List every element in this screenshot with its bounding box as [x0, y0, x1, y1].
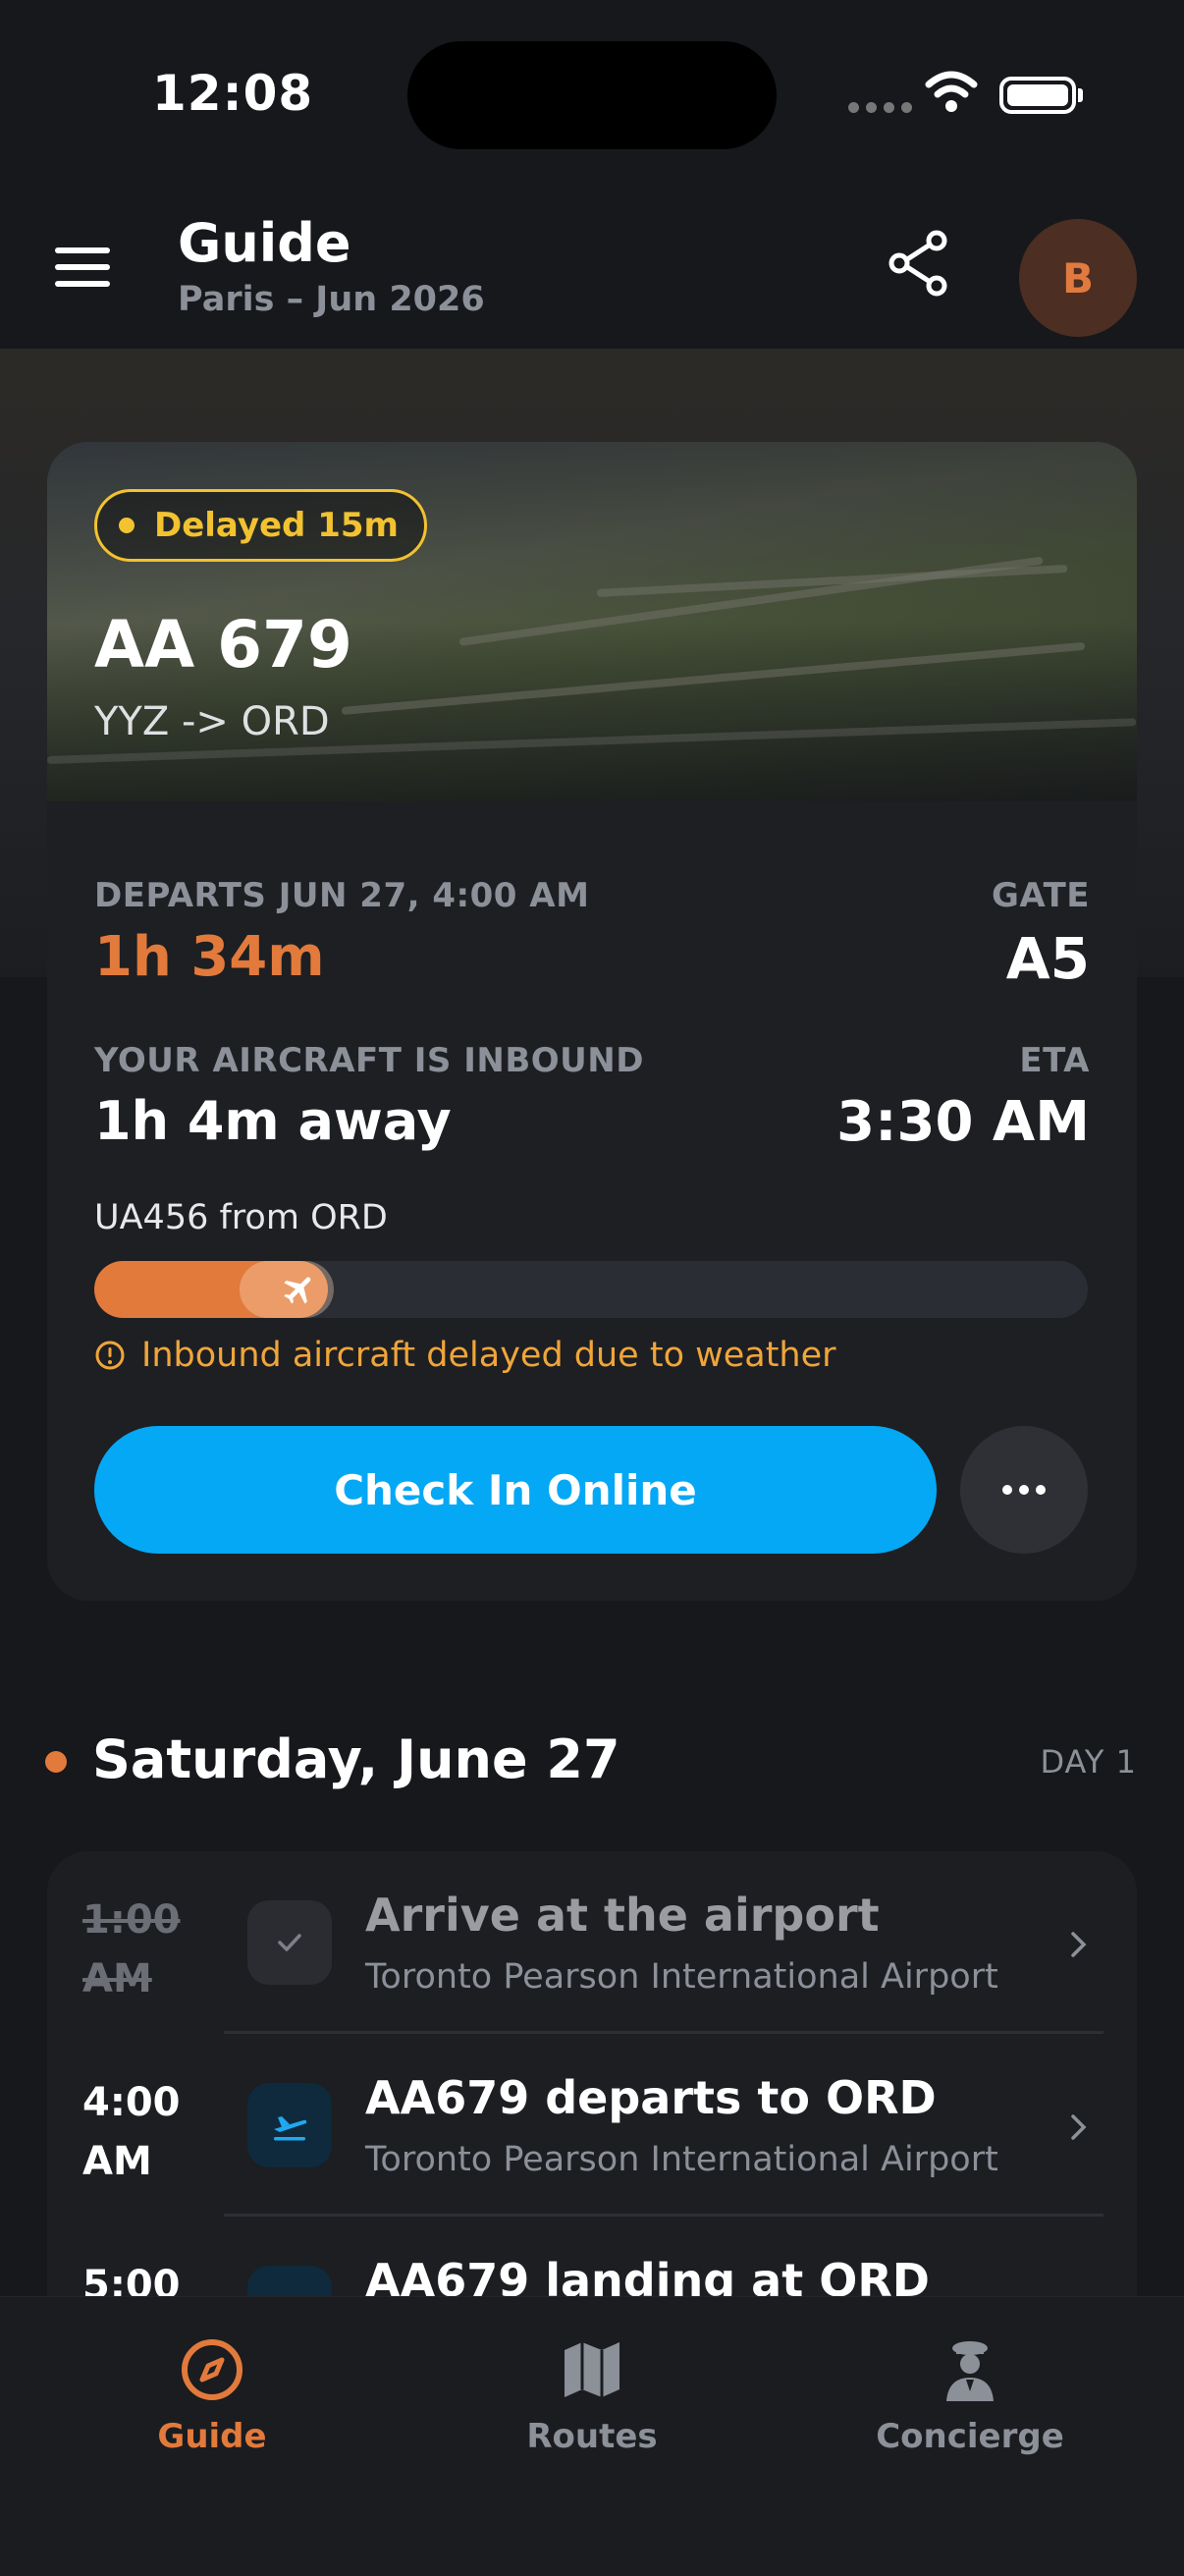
share-icon[interactable] — [884, 228, 954, 299]
signal-icon — [848, 102, 912, 113]
timeline-item[interactable]: 5:00 AA679 landing at ORD — [47, 2217, 1137, 2303]
itinerary-list: 1:00 AM Arrive at the airport Toronto Pea… — [47, 1851, 1137, 2303]
bottom-nav: Guide Routes Concierge — [0, 2296, 1184, 2576]
chevron-right-icon — [1071, 1932, 1087, 1957]
inbound-label: YOUR AIRCRAFT IS INBOUND — [94, 1041, 644, 1080]
dynamic-island — [407, 41, 777, 149]
compass-icon — [182, 2339, 242, 2400]
page-subtitle: Paris – Jun 2026 — [178, 280, 485, 319]
nav-label: Concierge — [876, 2417, 1064, 2456]
flight-number: AA 679 — [94, 607, 352, 683]
inbound-flight-info: UA456 from ORD — [94, 1198, 388, 1237]
day-number: DAY 1 — [1040, 1743, 1137, 1781]
alert-icon — [95, 1341, 125, 1370]
departure-icon — [247, 2083, 332, 2167]
event-location: Toronto Pearson International Airport — [365, 1957, 998, 1997]
nav-label: Guide — [157, 2417, 267, 2456]
departs-label: DEPARTS JUN 27, 4:00 AM — [94, 876, 590, 915]
status-time: 12:08 — [152, 65, 314, 122]
concierge-icon — [946, 2341, 994, 2401]
nav-item-guide[interactable]: Guide — [65, 2336, 359, 2456]
airplane-icon — [284, 1277, 311, 1304]
nav-label: Routes — [526, 2417, 658, 2456]
inbound-progress-bar — [94, 1261, 1088, 1318]
warning-text: Inbound aircraft delayed due to weather — [141, 1336, 836, 1375]
event-time: 1:00 AM — [82, 1897, 181, 2001]
event-time: 4:00 AM — [82, 2080, 181, 2184]
delay-warning: Inbound aircraft delayed due to weather — [94, 1336, 836, 1375]
gate-label: GATE — [992, 876, 1090, 915]
timeline-item[interactable]: 4:00 AM AA679 departs to ORD Toronto Pear… — [47, 2034, 1137, 2217]
day-indicator-dot — [45, 1751, 67, 1773]
event-location: Toronto Pearson International Airport — [365, 2140, 998, 2179]
status-dot — [119, 518, 135, 533]
more-options-button[interactable] — [960, 1426, 1088, 1554]
check-icon — [247, 1900, 332, 1985]
eta-label: ETA — [1019, 1041, 1090, 1080]
avatar[interactable]: B — [1019, 219, 1137, 337]
menu-icon[interactable] — [55, 247, 110, 287]
map-icon — [565, 2342, 619, 2397]
event-title: Arrive at the airport — [365, 1889, 880, 1942]
nav-item-concierge[interactable]: Concierge — [823, 2336, 1117, 2456]
more-icon — [1002, 1485, 1012, 1495]
eta-value: 3:30 AM — [836, 1090, 1090, 1154]
timeline-item[interactable]: 1:00 AM Arrive at the airport Toronto Pea… — [47, 1851, 1137, 2034]
flight-card[interactable]: Delayed 15m AA 679 YYZ -> ORD DEPARTS JU… — [47, 442, 1137, 1601]
event-title: AA679 departs to ORD — [365, 2071, 937, 2124]
status-badge: Delayed 15m — [94, 489, 427, 562]
flight-route: YYZ -> ORD — [94, 699, 330, 744]
status-badge-label: Delayed 15m — [154, 506, 399, 545]
page-title: Guide — [178, 212, 351, 274]
day-title: Saturday, June 27 — [92, 1728, 620, 1790]
battery-icon — [999, 77, 1076, 114]
check-in-button[interactable]: Check In Online — [94, 1426, 937, 1554]
wifi-icon — [925, 71, 978, 112]
chevron-right-icon — [1071, 2114, 1087, 2140]
departure-countdown: 1h 34m — [94, 925, 325, 989]
gate-value: A5 — [1005, 925, 1090, 992]
inbound-distance: 1h 4m away — [94, 1090, 452, 1152]
nav-item-routes[interactable]: Routes — [445, 2336, 739, 2456]
